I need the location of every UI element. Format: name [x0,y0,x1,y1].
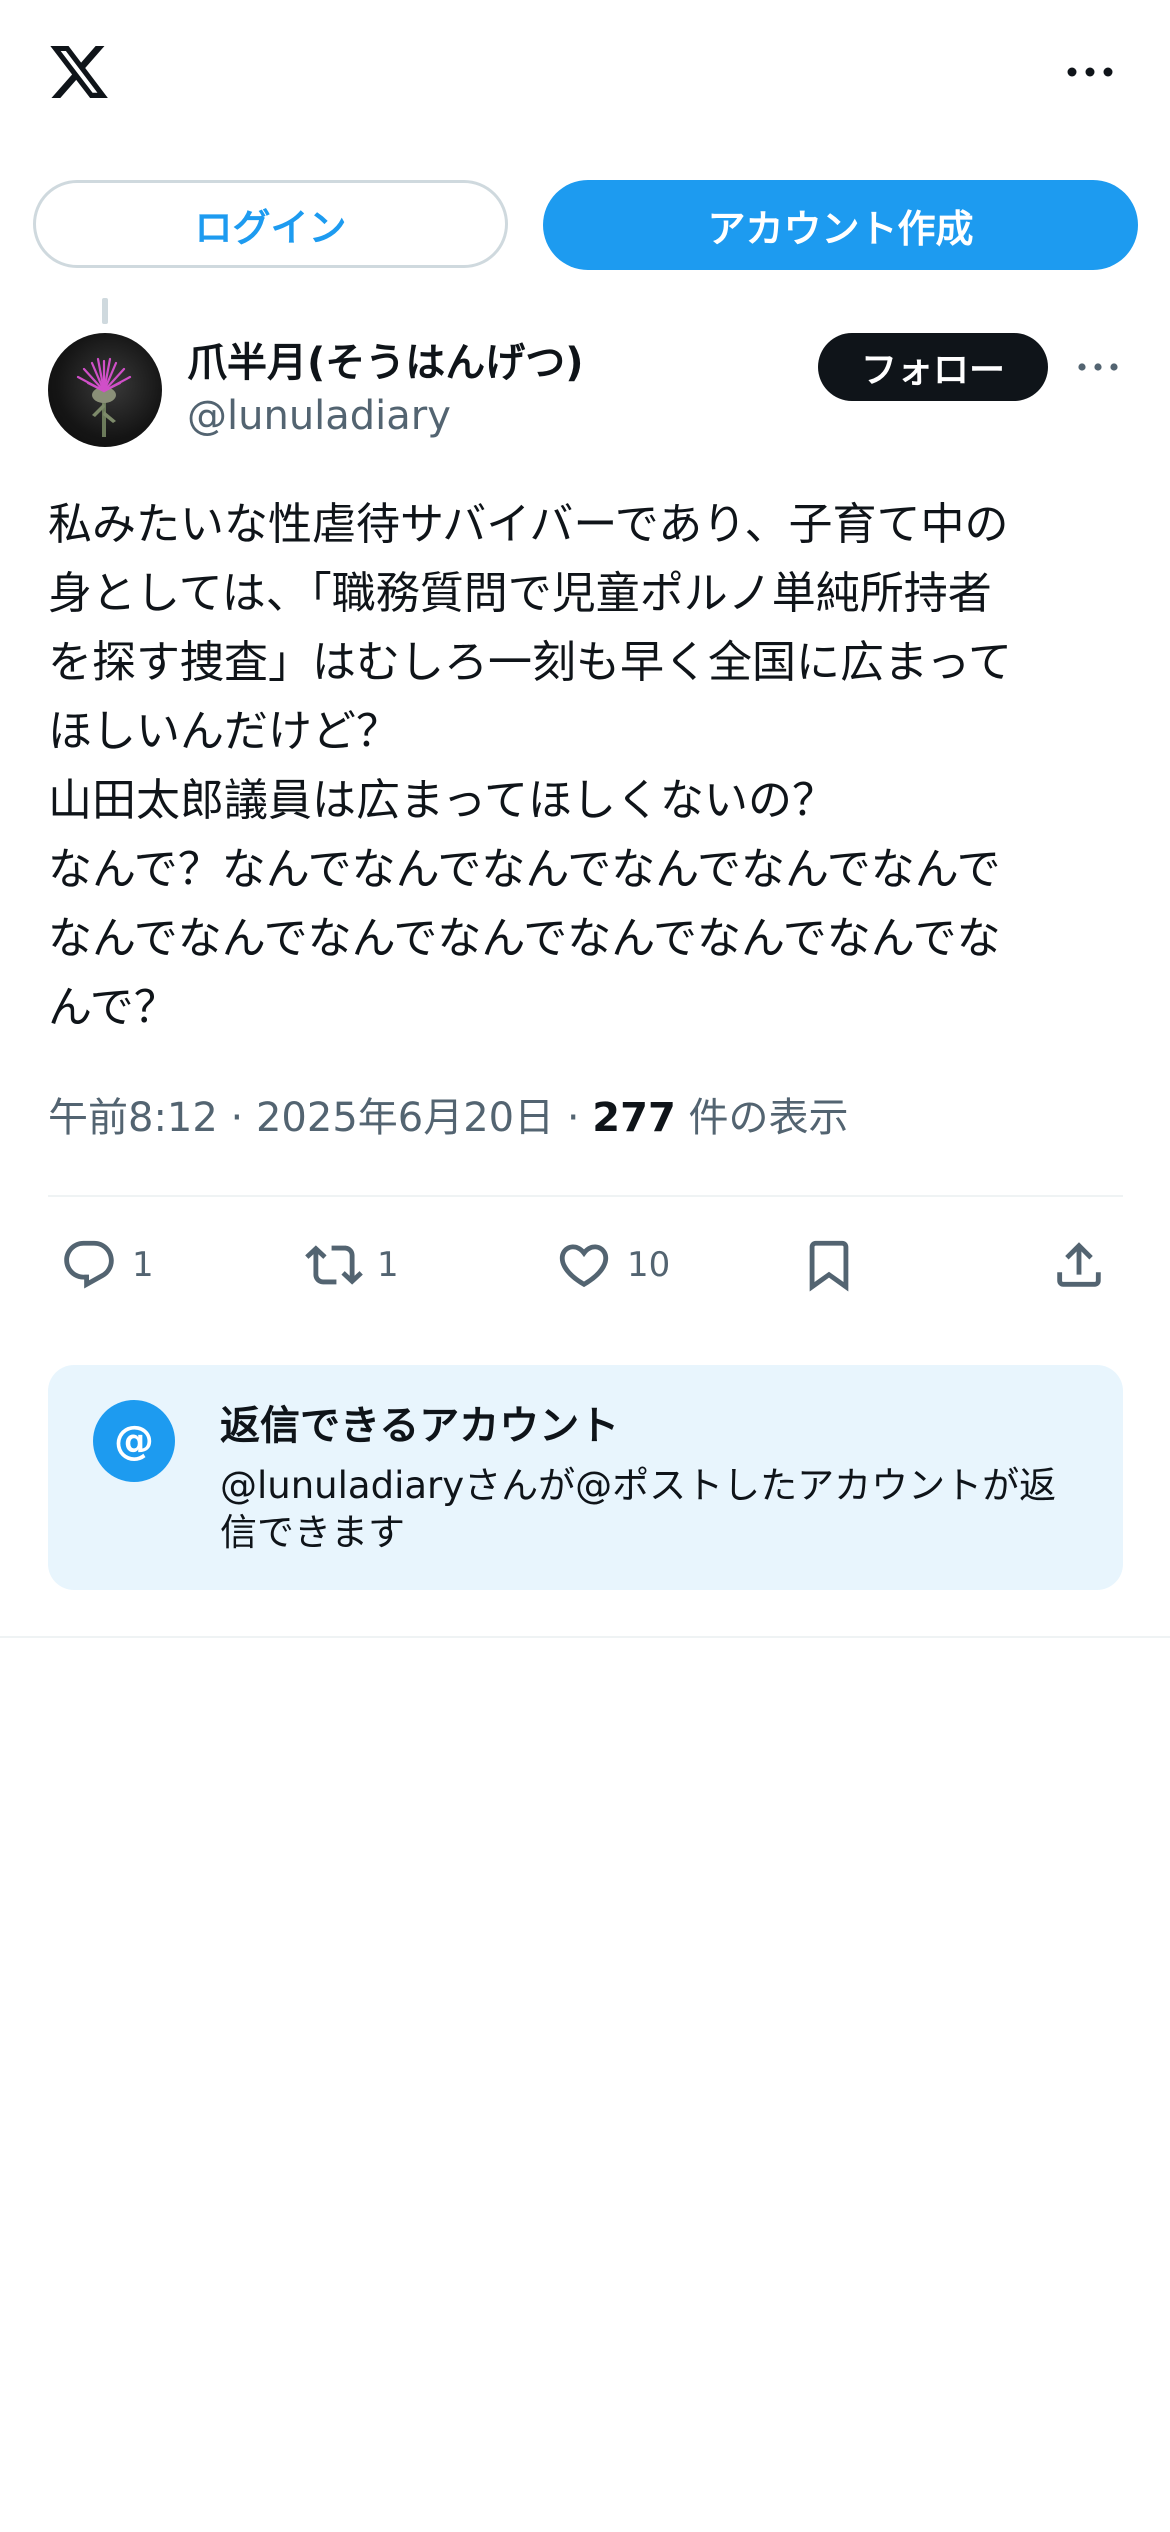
post-text-line: を探す捜査」はむしろ一刻も早く全国に広まって [48,637,1013,688]
repost-icon [305,1245,363,1285]
author-display-name[interactable]: 爪半月(そうはんげつ) [187,330,584,388]
views-count: 277 [592,1095,676,1141]
bookmark-icon [809,1240,849,1292]
reply-icon [64,1240,114,1289]
thistle-flower-icon [76,357,132,437]
repost-count: 1 [377,1245,399,1285]
reply-permission-title: 返信できるアカウント [220,1403,620,1449]
post-text-line: 身としては、「職務質問で児童ポルノ単純所持者 [48,568,992,619]
more-options-icon[interactable] [1060,55,1120,89]
reply-permission-text: @lunuladiaryさんが@ポストしたアカウントが返信できます [220,1464,1057,1554]
login-button[interactable]: ログイン [33,180,508,268]
like-button[interactable]: 10 [555,1225,670,1305]
post-text: 私みたいな性虐待サバイバーであり、子育て中の 身としては、「職務質問で児童ポルノ… [48,490,1128,1042]
post-text-line: なんでなんでなんでなんでなんでなんでなんでな [48,913,1001,964]
post-text-line: 私みたいな性虐待サバイバーであり、子育て中の [48,499,1009,550]
reply-count: 1 [132,1245,154,1285]
reply-button[interactable]: 1 [60,1225,154,1305]
x-logo-icon[interactable] [45,40,113,104]
post-text-line: 山田太郎議員は広まってほしくないの？ [48,775,837,826]
divider [48,1195,1123,1197]
follow-button[interactable]: フォロー [818,333,1048,401]
post-text-line: なんで？なんでなんでなんでなんでなんでなんで [48,844,1001,895]
meta-separator: · [554,1095,593,1141]
share-icon [1057,1242,1101,1287]
post-more-icon[interactable] [1072,352,1124,382]
auth-buttons: ログイン アカウント作成 [33,180,1138,270]
divider [0,1636,1170,1638]
share-button[interactable] [1050,1225,1108,1305]
top-bar [0,0,1170,150]
meta-separator: · [217,1095,256,1141]
heart-icon [559,1244,609,1288]
avatar[interactable] [48,333,162,447]
views-label: 件の表示 [675,1095,849,1141]
reply-permission-card: @ 返信できるアカウント @lunuladiaryさんが@ポストしたアカウントが… [48,1365,1123,1590]
author-handle[interactable]: @lunuladiary [187,393,451,439]
thread-connector [102,298,108,324]
post-text-line: ほしいんだけど？ [48,706,400,757]
post-meta: 午前8:12 · 2025年6月20日 · 277 件の表示 [48,1085,849,1143]
post-actions: 1 1 10 [0,1225,1170,1305]
at-sign-icon: @ [93,1400,175,1482]
post-date[interactable]: 2025年6月20日 [256,1095,554,1141]
post-time[interactable]: 午前8:12 [48,1095,218,1141]
bookmark-button[interactable] [800,1225,858,1305]
like-count: 10 [627,1245,671,1285]
post-text-line: んで？ [48,982,178,1033]
repost-button[interactable]: 1 [305,1225,399,1305]
create-account-button[interactable]: アカウント作成 [543,180,1138,270]
